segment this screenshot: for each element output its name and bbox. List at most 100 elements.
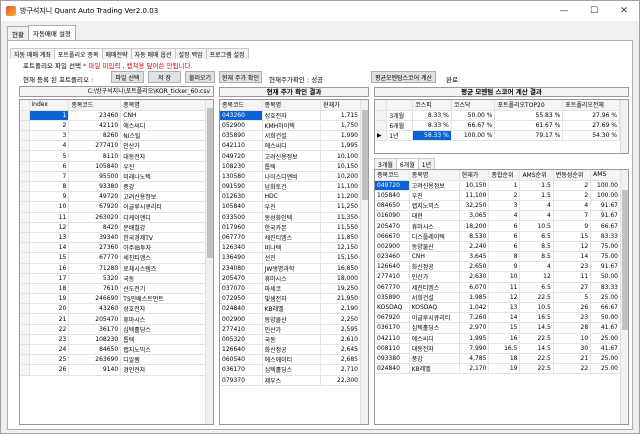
table-row[interactable]: 15 67770 세진티엠스	[20, 252, 206, 264]
name-cell[interactable]: HDC	[262, 191, 322, 203]
summary-cell[interactable]: 54.30 %	[562, 130, 620, 142]
name-cell[interactable]: 인산가	[262, 324, 322, 335]
table-row[interactable]: 126640 화신정공 2,645	[220, 344, 361, 356]
momentum-cell[interactable]: 105840	[375, 190, 410, 202]
code-cell[interactable]: 8420	[68, 222, 122, 233]
name-cell[interactable]: 파세코	[262, 283, 322, 295]
code-cell[interactable]: 067770	[220, 232, 263, 244]
table-row[interactable]: 7 95500 미래나노텍	[20, 171, 206, 183]
table-row[interactable]: 105840 우진 11,250	[220, 201, 361, 213]
momentum-cell[interactable]: 6.5	[519, 231, 554, 242]
momentum-cell[interactable]: 023460	[375, 251, 410, 263]
momentum-cell[interactable]: 15	[488, 322, 521, 334]
table-row[interactable]: 016090 대현 3,065 4 4 7 91.67	[375, 210, 621, 222]
price-cell[interactable]: 21,950	[320, 293, 361, 305]
momentum-header[interactable]: AMS	[590, 170, 621, 181]
code-cell[interactable]: 71280	[68, 263, 122, 274]
price-cell[interactable]: 1,715	[320, 110, 361, 121]
table-row[interactable]: 035890 서희건설 1,985 12 22.5 5 25.00	[375, 292, 621, 303]
table-row[interactable]: 105840 우진 11,100 2 1.5 2 100.00	[375, 190, 621, 202]
name-cell[interactable]: 랩지노믹스	[120, 344, 206, 356]
momentum-cell[interactable]: 10,150	[459, 180, 490, 191]
momentum-cell[interactable]: 10.5	[519, 302, 554, 314]
momentum-cell[interactable]: CNH	[409, 251, 460, 263]
table-row[interactable]: 037070 파세코 19,250	[220, 283, 361, 295]
row-header[interactable]	[20, 273, 30, 284]
momentum-cell[interactable]: 11,100	[459, 190, 490, 202]
tab-6m[interactable]: 6개월	[395, 158, 419, 169]
momentum-cell[interactable]: 25.00	[590, 333, 621, 344]
code-cell[interactable]: 95500	[68, 171, 122, 183]
momentum-cell[interactable]: 049720	[375, 180, 410, 191]
index-cell[interactable]: 5	[29, 150, 70, 162]
index-cell[interactable]: 1	[29, 110, 70, 121]
momentum-cell[interactable]: 28	[553, 322, 592, 334]
momentum-header[interactable]: 종합순위	[488, 170, 521, 181]
momentum-cell[interactable]: 4	[519, 210, 554, 222]
table-row[interactable]: 049720 고려신용정보 10,150 1 1.5 2 100.00	[375, 180, 621, 191]
name-cell[interactable]: 톱텍	[120, 334, 206, 346]
tab-strategy[interactable]: 매매전략	[101, 48, 132, 59]
index-cell[interactable]: 15	[29, 252, 70, 264]
portfolio-scrollbar[interactable]	[205, 100, 213, 424]
index-cell[interactable]: 10	[29, 201, 70, 213]
momentum-cell[interactable]: 067770	[375, 282, 410, 293]
price-cell[interactable]: 11,200	[320, 191, 361, 203]
index-cell[interactable]: 9	[29, 191, 70, 203]
momentum-cell[interactable]: 41.67	[590, 322, 621, 334]
summary-cell[interactable]: 58.33 %	[412, 130, 452, 142]
index-cell[interactable]: 11	[29, 212, 70, 223]
code-cell[interactable]: 7610	[68, 283, 122, 295]
momentum-cell[interactable]: 2,170	[459, 363, 490, 375]
momentum-cell[interactable]: 4	[519, 261, 554, 273]
code-cell[interactable]: 234080	[220, 263, 263, 274]
momentum-cell[interactable]: 50.00	[590, 312, 621, 324]
momentum-cell[interactable]: 91.67	[590, 200, 621, 212]
table-row[interactable]: 042110 에스씨디 1,995 16 22.5 10 25.00	[375, 333, 621, 344]
row-header[interactable]	[20, 334, 30, 346]
table-row[interactable]: 067920 이글루시큐리티 7,260 14 16.5 23 50.00	[375, 312, 621, 324]
momentum-cell[interactable]: 7,990	[459, 343, 490, 354]
momentum-cell[interactable]: 4	[488, 210, 521, 222]
momentum-cell[interactable]: 4	[553, 200, 592, 212]
table-row[interactable]: 6 105840 우진	[20, 161, 206, 172]
table-row[interactable]: 023460 CNH 3,645 8 8.5 14 75.00	[375, 251, 621, 263]
momentum-cell[interactable]: KB레벨	[409, 363, 460, 375]
price-cell[interactable]: 2,645	[320, 344, 361, 356]
momentum-cell[interactable]: 15	[553, 231, 592, 242]
name-cell[interactable]: 동성화인텍	[262, 212, 322, 223]
row-header[interactable]	[20, 232, 30, 244]
summary-cell[interactable]: 8.33 %	[412, 110, 452, 121]
tab-trade-options[interactable]: 자동 매매 옵션	[130, 48, 176, 59]
table-row[interactable]: 136490 선진 15,150	[220, 252, 361, 264]
row-header[interactable]	[20, 364, 30, 376]
price-scrollbar[interactable]	[360, 100, 368, 424]
summary-cell[interactable]: 3개월	[386, 110, 414, 121]
momentum-cell[interactable]: 1,042	[459, 302, 490, 314]
name-cell[interactable]: 대동전자	[120, 150, 206, 162]
name-cell[interactable]: NI스틸	[120, 130, 206, 142]
table-row[interactable]: 1 23460 CNH	[20, 110, 206, 121]
portfolio-table[interactable]: index 종목코드 종목명 1 23460 CNH 2 42110 에스씨디 3 8260 N…	[19, 99, 214, 425]
index-cell[interactable]: 20	[29, 303, 70, 315]
code-cell[interactable]: 93380	[68, 181, 122, 193]
code-cell[interactable]: 49720	[68, 191, 122, 203]
table-row[interactable]: 033500 동성화인텍 11,350	[220, 212, 361, 223]
code-cell[interactable]: 060540	[220, 354, 263, 366]
momentum-cell[interactable]: 067920	[375, 312, 410, 324]
table-row[interactable]: 277410 인산가 2,595	[220, 324, 361, 335]
momentum-cell[interactable]: 25.00	[590, 363, 621, 375]
momentum-cell[interactable]: 3,065	[459, 210, 490, 222]
momentum-cell[interactable]: 50.00	[590, 271, 621, 283]
summary-cell[interactable]	[375, 120, 388, 132]
code-cell[interactable]: 9140	[68, 364, 122, 376]
momentum-cell[interactable]: 디스플레이텍	[409, 231, 460, 242]
momentum-cell[interactable]: 2,650	[459, 261, 490, 273]
name-cell[interactable]: 휴마시스	[262, 273, 322, 284]
name-cell[interactable]: 한국카본	[262, 222, 322, 233]
name-cell[interactable]: 제우스	[262, 375, 322, 386]
name-cell[interactable]: 인산가	[120, 140, 206, 152]
table-row[interactable]: 25 263690 디알젬	[20, 354, 206, 366]
momentum-cell[interactable]: 22.5	[519, 292, 554, 303]
name-cell[interactable]: 심텍홀딩스	[120, 324, 206, 335]
